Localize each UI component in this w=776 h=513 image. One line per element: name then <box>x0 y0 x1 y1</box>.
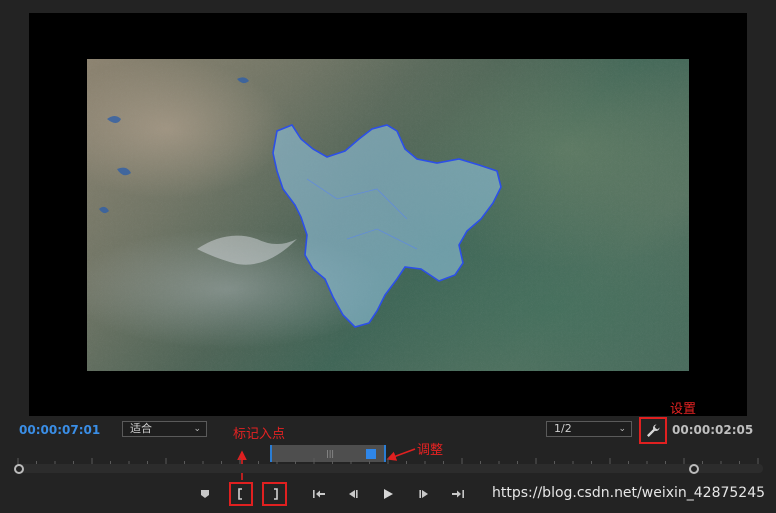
mark-out-button[interactable] <box>262 482 287 506</box>
scroll-start-handle[interactable] <box>14 464 24 474</box>
annotation-arrows <box>237 448 416 480</box>
go-to-out-button[interactable] <box>448 484 468 504</box>
mark-in-button[interactable] <box>229 482 253 506</box>
add-marker-button[interactable] <box>195 484 215 504</box>
go-to-out-icon <box>452 490 464 498</box>
marker-icon <box>201 490 209 498</box>
step-forward-icon <box>419 490 428 498</box>
step-back-icon <box>349 490 358 498</box>
go-to-in-icon <box>313 490 325 498</box>
mark-in-icon <box>238 488 242 500</box>
scroll-end-handle[interactable] <box>689 464 699 474</box>
step-forward-button[interactable] <box>414 484 434 504</box>
play-icon <box>384 489 393 499</box>
play-button[interactable] <box>378 484 398 504</box>
step-back-button[interactable] <box>343 484 363 504</box>
go-to-in-button[interactable] <box>309 484 329 504</box>
watermark: https://blog.csdn.net/weixin_42875245 <box>492 485 766 501</box>
timeline-scroll-bar[interactable] <box>19 464 763 473</box>
mark-out-icon <box>273 488 278 500</box>
